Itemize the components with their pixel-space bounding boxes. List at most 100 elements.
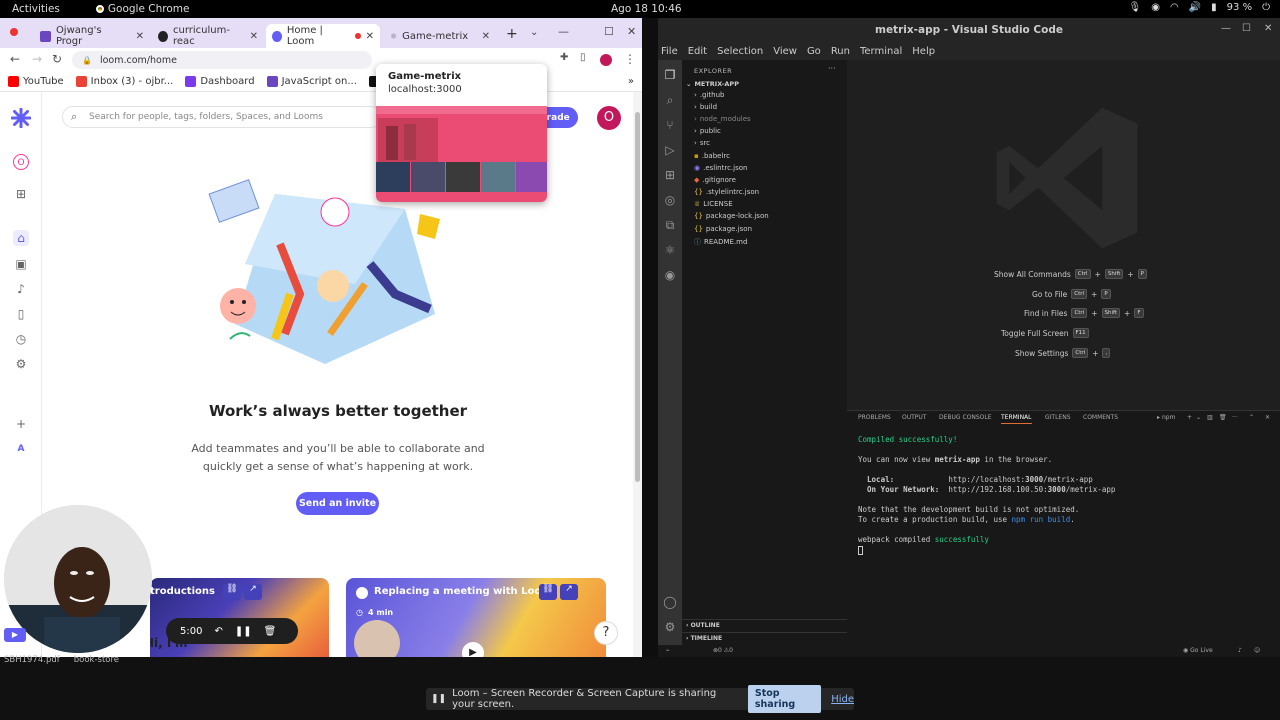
tree-item-src[interactable]: › src xyxy=(694,139,710,147)
delete-trash-icon[interactable]: 🗑 xyxy=(264,626,277,637)
profile-avatar[interactable] xyxy=(600,54,612,66)
explorer-icon[interactable]: ❐ xyxy=(663,68,677,82)
tab-debug-console[interactable]: DEBUG CONSOLE xyxy=(939,414,992,421)
search-icon[interactable]: ⌕ xyxy=(663,93,677,107)
tab-search-icon[interactable]: ⌄ xyxy=(530,27,538,38)
copy-link-icon[interactable]: ⛓ xyxy=(539,584,557,600)
menu-help[interactable]: Help xyxy=(912,46,935,57)
forward-arrow-icon[interactable]: → xyxy=(32,52,42,66)
notifications-bell-icon[interactable]: ♪ xyxy=(13,281,29,297)
reload-icon[interactable]: ↻ xyxy=(52,52,62,66)
maximize-icon[interactable]: ☐ xyxy=(1242,23,1251,34)
library-icon[interactable]: ▣ xyxy=(13,256,29,272)
shortcut-toggle-full-screen[interactable]: Toggle Full Screen F11 xyxy=(1001,328,1089,338)
activities-button[interactable]: Activities xyxy=(12,3,60,15)
gift-icon[interactable]: ⊞ xyxy=(13,186,29,202)
bookmark-dashboard[interactable]: Dashboard xyxy=(185,76,255,87)
tab-progress[interactable]: Ojwang's Progr ✕ xyxy=(34,24,150,48)
account-icon[interactable]: ◯ xyxy=(663,595,677,609)
active-app-menu[interactable]: Google Chrome xyxy=(95,3,189,15)
loom-logo-icon[interactable] xyxy=(11,108,31,128)
hide-button[interactable]: Hide xyxy=(831,694,854,705)
tree-item-readme[interactable]: ⓘ README.md xyxy=(694,237,747,247)
tab-comments[interactable]: COMMENTS xyxy=(1083,414,1118,421)
close-tab-icon[interactable]: ✕ xyxy=(136,31,144,42)
undo-icon[interactable]: ↶ xyxy=(214,626,222,637)
feedback-icon[interactable]: ☺ xyxy=(1254,647,1260,654)
bookmark-javascript[interactable]: JavaScript on... xyxy=(266,76,357,87)
tree-item-public[interactable]: › public xyxy=(694,127,721,135)
bookmark-inbox[interactable]: Inbox (3) - ojbr... xyxy=(75,76,173,87)
copy-link-icon[interactable]: ⛓ xyxy=(223,584,241,600)
sidepanel-icon[interactable]: ▯ xyxy=(580,52,586,63)
tree-item-package-lock[interactable]: {} package-lock.json xyxy=(694,212,769,220)
settings-gear-icon[interactable]: ⚙ xyxy=(13,356,29,372)
terminal-shell-name[interactable]: ▸ npm xyxy=(1157,414,1175,421)
project-root[interactable]: ⌄ METRIX-APP xyxy=(686,80,739,88)
new-terminal-icon[interactable]: + xyxy=(1187,414,1192,421)
shortcut-find-in-files[interactable]: Find in Files Ctrl + Shift + F xyxy=(1024,308,1144,318)
new-tab-button[interactable]: + xyxy=(506,26,518,42)
github-icon[interactable]: ◉ xyxy=(663,268,677,282)
scrollbar-thumb[interactable] xyxy=(635,112,640,482)
run-debug-icon[interactable]: ▷ xyxy=(663,143,677,157)
send-invite-button[interactable]: Send an invite xyxy=(296,492,379,515)
page-scrollbar[interactable] xyxy=(633,92,642,663)
remote-explorer-icon[interactable]: ◎ xyxy=(663,193,677,207)
clock[interactable]: Ago 18 10:46 xyxy=(611,3,682,15)
user-avatar[interactable]: O xyxy=(597,106,621,130)
minimize-icon[interactable]: — xyxy=(558,25,569,38)
workspace-a-avatar[interactable]: A xyxy=(13,441,29,457)
more-actions-icon[interactable]: ··· xyxy=(1232,414,1238,421)
camera-toggle-icon[interactable]: ▶ xyxy=(4,628,26,642)
webcam-bubble[interactable] xyxy=(4,505,152,653)
menu-terminal[interactable]: Terminal xyxy=(860,46,902,57)
close-panel-icon[interactable]: ✕ xyxy=(1265,414,1270,421)
menu-run[interactable]: Run xyxy=(831,46,850,57)
address-bar[interactable]: 🔒 loom.com/home xyxy=(72,51,372,69)
close-window-icon[interactable]: ✕ xyxy=(1264,23,1272,34)
menu-selection[interactable]: Selection xyxy=(717,46,763,57)
shortcut-show-settings[interactable]: Show Settings Ctrl +, xyxy=(1015,348,1111,358)
live-share-icon[interactable]: ⧉ xyxy=(663,218,677,232)
terminal-output[interactable]: Compiled successfully! You can now view … xyxy=(858,435,1115,555)
tab-problems[interactable]: PROBLEMS xyxy=(858,414,891,421)
go-live-button[interactable]: ◉ Go Live xyxy=(1183,647,1213,654)
bookmarks-overflow-icon[interactable]: » xyxy=(628,76,634,87)
tab-gitlens[interactable]: GITLENS xyxy=(1045,414,1071,421)
minimize-icon[interactable]: — xyxy=(1221,23,1231,34)
stop-sharing-button[interactable]: Stop sharing xyxy=(747,685,822,713)
desktop-folder-book-store[interactable]: book-store xyxy=(74,655,119,665)
help-button[interactable]: ? xyxy=(594,621,618,645)
tab-loom-home[interactable]: Home | Loom ✕ xyxy=(266,24,380,48)
remote-indicator-icon[interactable]: ⌁ xyxy=(666,647,670,654)
outline-section[interactable]: › OUTLINE xyxy=(682,619,847,629)
extension-puzzle-icon[interactable]: ✚ xyxy=(560,52,568,63)
close-tab-icon[interactable]: ✕ xyxy=(482,31,490,42)
menu-view[interactable]: View xyxy=(773,46,797,57)
react-icon[interactable]: ⚛ xyxy=(663,243,677,257)
back-arrow-icon[interactable]: ← xyxy=(10,52,20,66)
close-tab-icon[interactable]: ✕ xyxy=(250,31,258,42)
search-input[interactable]: ⌕ Search for people, tags, folders, Spac… xyxy=(62,106,382,128)
menu-go[interactable]: Go xyxy=(807,46,821,57)
tree-item-gitignore[interactable]: ◆ .gitignore xyxy=(694,176,736,184)
notifications-bell-icon[interactable]: ♪ xyxy=(1238,647,1242,654)
source-control-icon[interactable]: ⑂ xyxy=(663,118,677,132)
maximize-icon[interactable]: ☐ xyxy=(604,25,614,38)
split-terminal-icon[interactable]: ▥ xyxy=(1207,414,1213,421)
tree-item-package-json[interactable]: {} package.json xyxy=(694,225,752,233)
kill-terminal-icon[interactable]: 🗑 xyxy=(1219,414,1227,421)
tree-item-babelrc[interactable]: ▪ .babelrc xyxy=(694,152,730,160)
open-external-icon[interactable]: ↗ xyxy=(244,584,262,600)
shortcut-show-all-commands[interactable]: Show All Commands Ctrl + Shift + P xyxy=(994,269,1147,279)
chrome-menu-icon[interactable]: ⋮ xyxy=(624,52,636,66)
pause-icon[interactable]: ❚❚ xyxy=(235,626,252,637)
tab-game-metrix[interactable]: ⚛ Game-metrix ✕ xyxy=(384,24,496,48)
tab-terminal[interactable]: TERMINAL xyxy=(1001,414,1032,424)
bookmark-youtube[interactable]: YouTube xyxy=(8,76,64,87)
tree-item-eslintrc[interactable]: ◉ .eslintrc.json xyxy=(694,164,747,172)
problems-count-icon[interactable]: ⊗0 ⚠0 xyxy=(713,647,733,654)
maximize-panel-icon[interactable]: ⌃ xyxy=(1249,414,1254,421)
add-workspace-button[interactable]: + xyxy=(13,416,29,432)
